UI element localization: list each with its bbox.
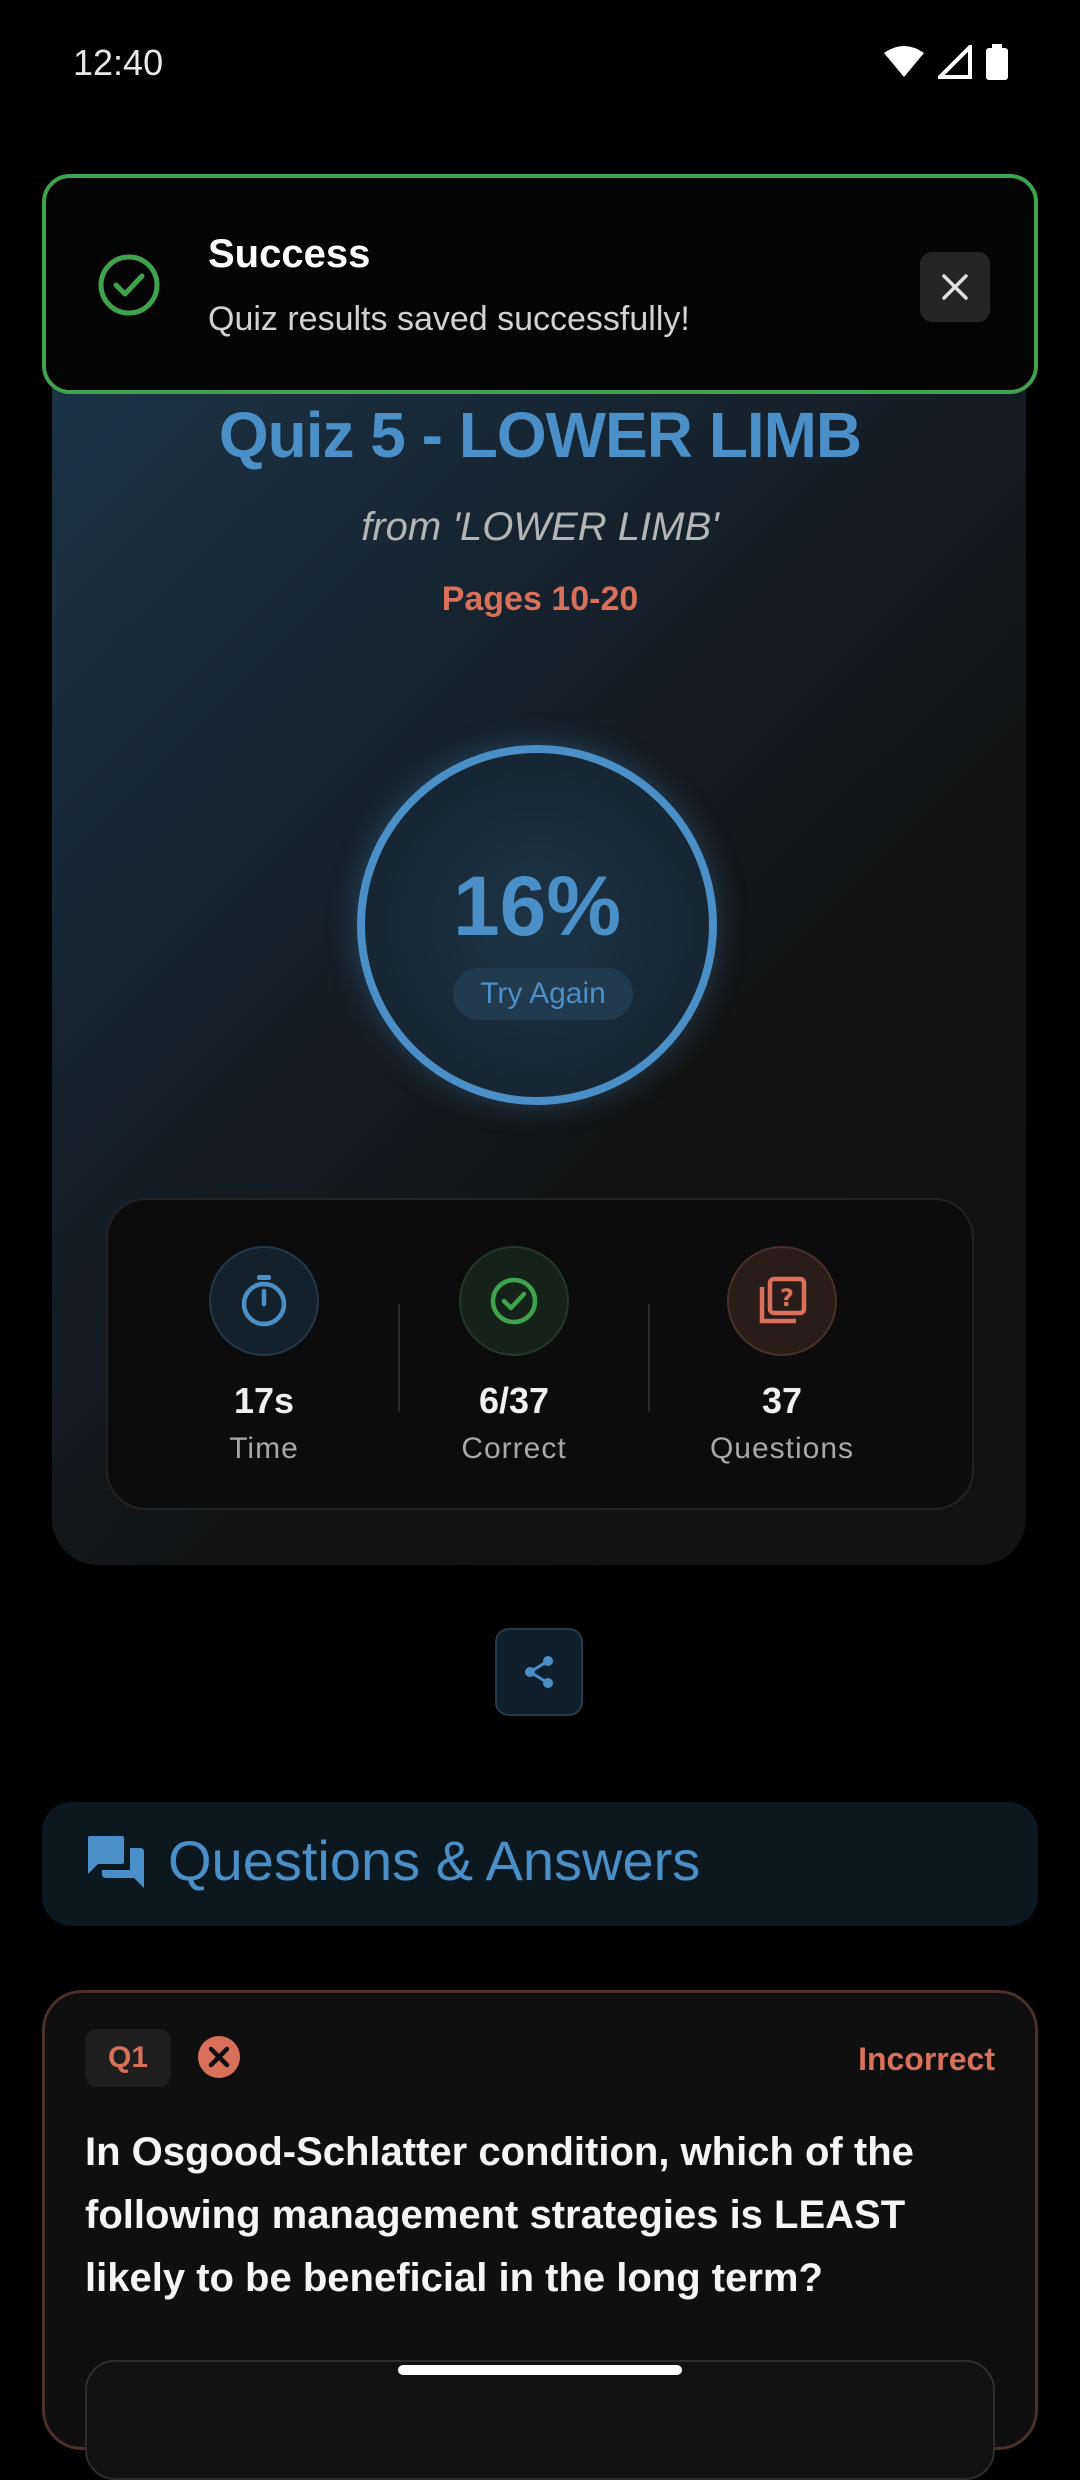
status-icons [884, 44, 1008, 80]
question-card[interactable]: Q1 Incorrect In Osgood-Schlatter conditi… [42, 1990, 1038, 2480]
share-icon [525, 1656, 553, 1688]
score-ring: 16% Try Again [357, 745, 717, 1105]
qa-title: Questions & Answers [168, 1829, 701, 1892]
incorrect-icon [198, 2036, 240, 2078]
forum-icon [88, 1836, 144, 1888]
stat-time-value: 17s [233, 1380, 295, 1421]
wifi-icon [884, 46, 924, 77]
cellular-signal-icon [938, 45, 972, 79]
try-again-badge[interactable]: Try Again [453, 968, 633, 1020]
quiz-pages: Pages 10-20 [441, 580, 639, 618]
quiz-title: Quiz 5 - LOWER LIMB [218, 399, 862, 471]
stat-divider [648, 1304, 650, 1412]
battery-icon [986, 44, 1008, 80]
toast-title: Success [208, 232, 371, 276]
quiz-source: from 'LOWER LIMB' [361, 505, 719, 549]
share-button[interactable] [495, 1628, 583, 1716]
qa-header: Questions & Answers [42, 1802, 1038, 1926]
stat-questions-label: Questions [709, 1432, 855, 1465]
stopwatch-icon [209, 1246, 319, 1356]
question-number-badge: Q1 [85, 2029, 171, 2087]
stat-time: 17s Time [144, 1246, 384, 1466]
question-stack-icon: ? [727, 1246, 837, 1356]
score-value: 16% [452, 859, 622, 953]
home-indicator[interactable] [398, 2365, 682, 2375]
stat-questions: ? 37 Questions [662, 1246, 902, 1466]
stats-panel: 17s Time 6/37 Correct ? 37 Questions [106, 1198, 974, 1510]
status-bar: 12:40 [0, 0, 1080, 130]
question-text: In Osgood-Schlatter condition, which of … [85, 2130, 914, 2300]
close-icon [942, 274, 968, 300]
stat-time-label: Time [229, 1432, 299, 1465]
check-circle-icon [98, 254, 160, 316]
toast-close-button[interactable] [920, 252, 990, 322]
stat-questions-value: 37 [761, 1380, 803, 1421]
svg-text:?: ? [780, 1284, 794, 1312]
answer-option[interactable] [85, 2360, 995, 2480]
status-time: 12:40 [73, 42, 164, 83]
stat-correct-value: 6/37 [478, 1380, 550, 1421]
toast-message: Quiz results saved successfully! [208, 300, 690, 338]
stat-correct-label: Correct [461, 1432, 567, 1465]
question-status: Incorrect [858, 2041, 995, 2077]
check-circle-icon [459, 1246, 569, 1356]
success-toast: Success Quiz results saved successfully! [42, 174, 1038, 394]
stat-correct: 6/37 Correct [394, 1246, 634, 1466]
